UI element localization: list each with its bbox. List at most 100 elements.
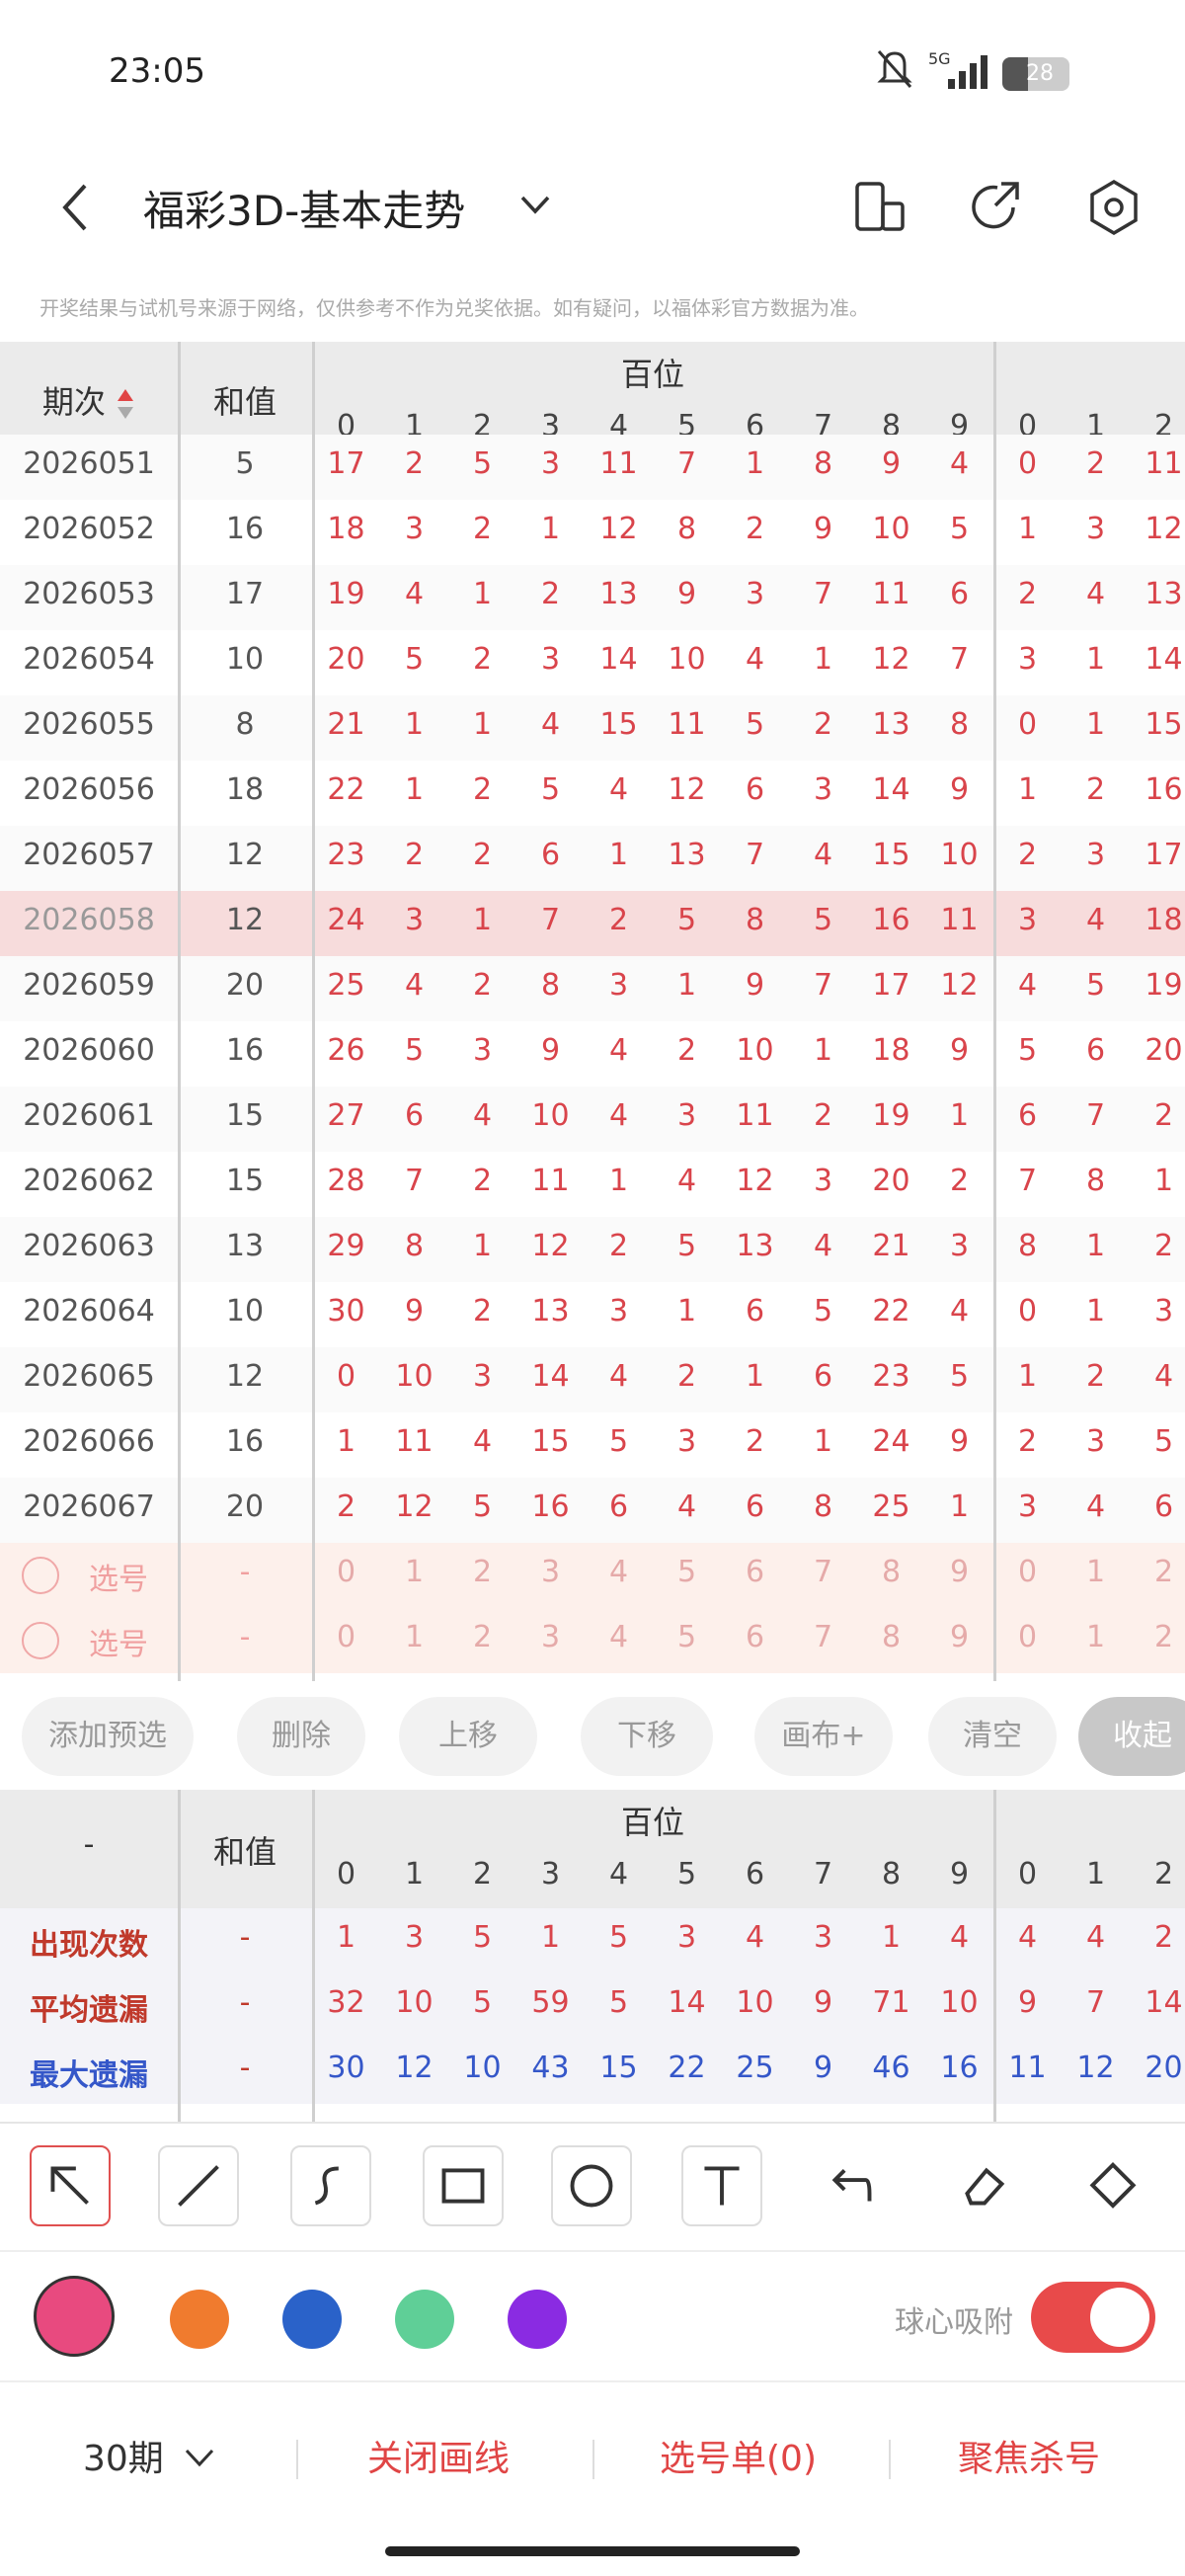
curve-tool[interactable] xyxy=(290,2145,371,2226)
select-digit[interactable]: 0 xyxy=(993,1555,1062,1589)
page-title[interactable]: 福彩3D-基本走势 xyxy=(143,178,465,238)
pick-list-button[interactable]: 选号单(0) xyxy=(660,2430,817,2481)
select-digit[interactable]: 4 xyxy=(585,1555,653,1589)
miss-cell: 12 xyxy=(872,642,910,677)
select-digit[interactable]: 7 xyxy=(789,1620,857,1654)
miss-cell: 20 xyxy=(1145,1033,1183,1068)
select-digit[interactable]: 2 xyxy=(448,1620,516,1654)
select-digit[interactable]: 4 xyxy=(585,1620,653,1654)
line-tool[interactable] xyxy=(158,2145,239,2226)
miss-cell: 16 xyxy=(531,1489,570,1524)
circle-tool[interactable] xyxy=(551,2145,632,2226)
rectangle-tool[interactable] xyxy=(423,2145,504,2226)
mute-icon xyxy=(877,50,912,88)
select-digit[interactable]: 2 xyxy=(1130,1555,1185,1589)
miss-cell: 4 xyxy=(608,1359,629,1394)
miss-cell: 2 xyxy=(608,1229,629,1263)
select-digit[interactable]: 5 xyxy=(653,1555,721,1589)
miss-cell: 4 xyxy=(813,1229,833,1263)
select-digit[interactable]: 8 xyxy=(857,1620,925,1654)
digit-header: 9 xyxy=(949,1857,970,1892)
miss-cell: 1 xyxy=(1085,707,1106,742)
miss-cell: 4 xyxy=(404,577,425,611)
select-digit[interactable]: 9 xyxy=(925,1555,993,1589)
back-icon[interactable] xyxy=(51,178,101,237)
device-icon[interactable] xyxy=(851,178,910,237)
color-swatch[interactable] xyxy=(170,2290,229,2349)
miss-cell: 21 xyxy=(872,1229,910,1263)
miss-cell: 17 xyxy=(327,446,365,481)
color-swatch[interactable] xyxy=(282,2290,342,2349)
miss-cell: 25 xyxy=(872,1489,910,1524)
clear-tool[interactable] xyxy=(1074,2145,1155,2226)
miss-cell: 11 xyxy=(940,903,979,937)
select-digit[interactable]: 7 xyxy=(789,1555,857,1589)
select-digit[interactable]: 3 xyxy=(516,1620,585,1654)
select-digit[interactable]: 1 xyxy=(1062,1555,1130,1589)
stats-value: 4 xyxy=(949,1920,970,1955)
action-button[interactable]: 画布+ xyxy=(754,1697,893,1776)
miss-cell: 11 xyxy=(736,1098,774,1133)
select-digit[interactable]: 6 xyxy=(721,1555,789,1589)
miss-cell: 2 xyxy=(1017,577,1038,611)
select-digit[interactable]: 1 xyxy=(1062,1620,1130,1654)
share-icon[interactable] xyxy=(968,178,1027,237)
close-draw-button[interactable]: 关闭画线 xyxy=(367,2430,510,2481)
period-cell: 2026051 xyxy=(23,446,155,481)
select-digit[interactable]: 0 xyxy=(312,1620,380,1654)
sum-cell: 12 xyxy=(225,838,265,872)
miss-cell: 30 xyxy=(327,1294,365,1328)
stats-label: 出现次数 xyxy=(30,1928,148,1963)
miss-cell: 8 xyxy=(949,707,970,742)
undo-tool[interactable] xyxy=(812,2145,893,2226)
miss-cell: 2 xyxy=(404,838,425,872)
stats-value: 3 xyxy=(813,1920,833,1955)
action-button[interactable]: 下移 xyxy=(581,1697,713,1776)
chevron-down-icon[interactable] xyxy=(518,188,552,221)
select-digit[interactable]: 0 xyxy=(312,1555,380,1589)
select-digit[interactable]: 1 xyxy=(380,1620,448,1654)
color-swatch[interactable] xyxy=(34,2276,115,2357)
miss-cell: 2 xyxy=(472,1164,493,1198)
miss-cell: 1 xyxy=(1017,772,1038,807)
focus-kill-button[interactable]: 聚焦杀号 xyxy=(958,2430,1100,2481)
miss-cell: 10 xyxy=(872,512,910,546)
select-digit[interactable]: 6 xyxy=(721,1620,789,1654)
eraser-tool[interactable] xyxy=(944,2145,1025,2226)
color-swatch[interactable] xyxy=(508,2290,567,2349)
select-digit[interactable]: 3 xyxy=(516,1555,585,1589)
select-digit[interactable]: 9 xyxy=(925,1620,993,1654)
action-button[interactable]: 清空 xyxy=(928,1697,1057,1776)
stats-value: 4 xyxy=(1017,1920,1038,1955)
select-digit[interactable]: 5 xyxy=(653,1620,721,1654)
miss-cell: 3 xyxy=(813,1164,833,1198)
miss-cell: 3 xyxy=(404,512,425,546)
miss-cell: 9 xyxy=(949,1033,970,1068)
action-button[interactable]: 添加预选 xyxy=(22,1697,194,1776)
select-digit[interactable]: 2 xyxy=(1130,1620,1185,1654)
settings-icon[interactable] xyxy=(1084,178,1144,237)
period-cell: 2026059 xyxy=(23,968,155,1003)
miss-cell: 14 xyxy=(1145,642,1183,677)
action-button[interactable]: 收起 xyxy=(1078,1697,1185,1776)
select-radio[interactable] xyxy=(22,1557,59,1594)
select-digit[interactable]: 0 xyxy=(993,1620,1062,1654)
period-selector[interactable]: 30期 xyxy=(83,2430,216,2481)
miss-cell: 3 xyxy=(540,446,561,481)
miss-cell: 9 xyxy=(676,577,697,611)
select-digit[interactable]: 8 xyxy=(857,1555,925,1589)
select-digit[interactable]: 1 xyxy=(380,1555,448,1589)
miss-cell: 22 xyxy=(327,772,365,807)
arrow-tool[interactable] xyxy=(30,2145,111,2226)
miss-cell: 7 xyxy=(404,1164,425,1198)
select-digit[interactable]: 2 xyxy=(448,1555,516,1589)
miss-cell: 5 xyxy=(472,446,493,481)
snap-toggle[interactable] xyxy=(1031,2282,1155,2353)
select-radio[interactable] xyxy=(22,1622,59,1659)
miss-cell: 21 xyxy=(327,707,365,742)
text-tool[interactable] xyxy=(681,2145,762,2226)
color-swatch[interactable] xyxy=(395,2290,454,2349)
stats-sum-header: 和值 xyxy=(212,1833,276,1871)
action-button[interactable]: 上移 xyxy=(399,1697,537,1776)
action-button[interactable]: 删除 xyxy=(237,1697,365,1776)
